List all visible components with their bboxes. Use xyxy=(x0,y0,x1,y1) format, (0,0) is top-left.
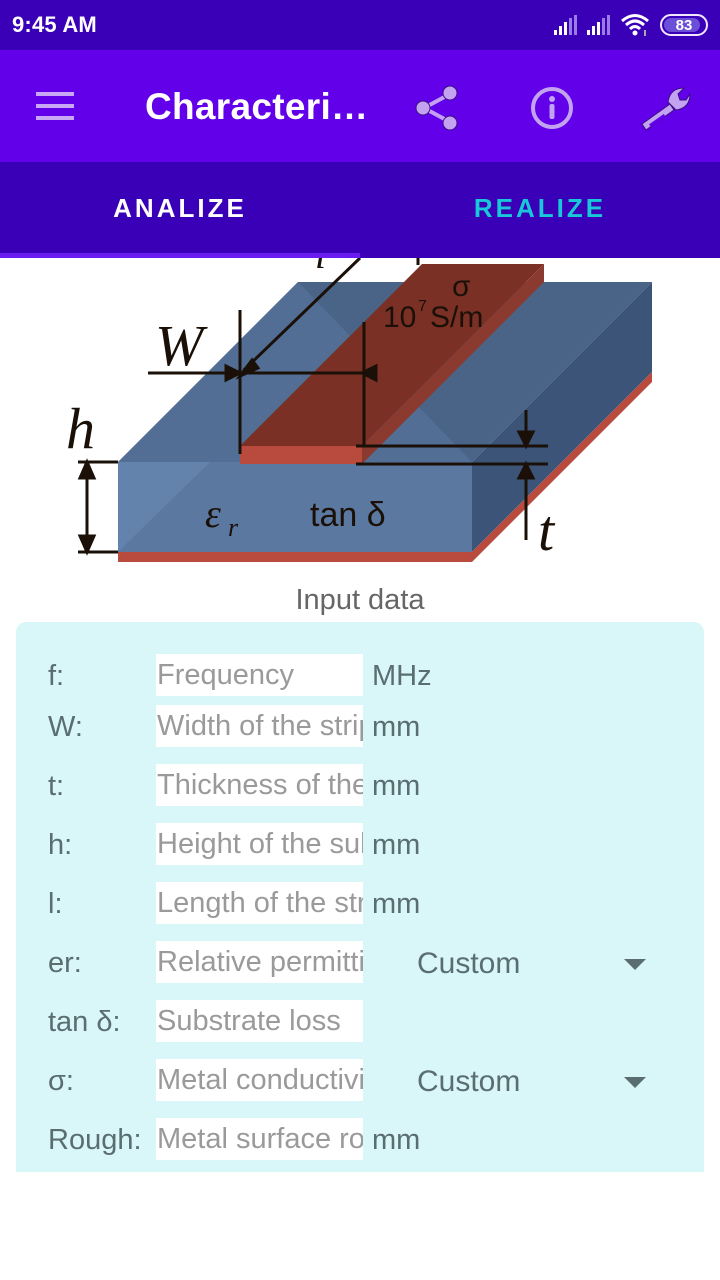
thickness-label: t: xyxy=(48,770,65,802)
length-label: l: xyxy=(48,888,63,920)
status-bar: 9:45 AM 83 xyxy=(0,0,720,50)
dropdown-arrow-icon xyxy=(624,959,646,970)
row-permittivity: er: Custom xyxy=(16,941,704,985)
signal-icon xyxy=(587,15,610,35)
length-input[interactable] xyxy=(156,882,363,924)
battery-level: 83 xyxy=(675,16,693,34)
length-unit: mm xyxy=(372,888,421,920)
label-h: h xyxy=(66,396,95,461)
label-l: l xyxy=(315,258,326,277)
frequency-label: f: xyxy=(48,660,65,692)
permittivity-dropdown[interactable]: Custom xyxy=(416,941,646,985)
label-sigma-unit: S/m xyxy=(430,301,483,334)
label-W: W xyxy=(155,313,208,378)
permittivity-label: er: xyxy=(48,947,82,979)
input-form: f: MHz W: mm t: mm h: mm l: mm er: Custo… xyxy=(16,622,704,1172)
height-input[interactable] xyxy=(156,823,363,865)
permittivity-input[interactable] xyxy=(156,941,363,983)
info-icon xyxy=(531,87,573,129)
dropdown-arrow-icon xyxy=(624,1077,646,1088)
label-er-sub: r xyxy=(228,513,239,542)
info-button[interactable] xyxy=(524,80,580,136)
row-thickness: t: mm xyxy=(16,764,704,808)
roughness-unit: mm xyxy=(372,1124,421,1156)
label-t: t xyxy=(538,498,556,563)
wrench-icon xyxy=(641,87,691,131)
status-time: 9:45 AM xyxy=(12,12,97,37)
strip-front xyxy=(240,446,362,464)
thickness-unit: mm xyxy=(372,770,421,802)
ground-plane xyxy=(118,552,472,562)
tab-analize[interactable]: ANALIZE xyxy=(0,162,360,258)
thickness-input[interactable] xyxy=(156,764,363,806)
permittivity-dropdown-value: Custom xyxy=(417,947,521,980)
settings-button[interactable] xyxy=(636,80,692,136)
app-title: Characteri… xyxy=(145,86,369,127)
height-label: h: xyxy=(48,829,73,861)
share-button[interactable] xyxy=(408,80,464,136)
row-roughness: Rough: mm xyxy=(16,1118,704,1162)
height-unit: mm xyxy=(372,829,421,861)
row-width: W: mm xyxy=(16,705,704,749)
menu-icon xyxy=(36,92,76,120)
row-conductivity: σ: Custom xyxy=(16,1059,704,1103)
label-sigma-exp: 7 xyxy=(418,298,427,315)
frequency-input[interactable] xyxy=(156,654,363,696)
label-sigma-value: 10 xyxy=(383,301,416,334)
loss-tangent-label: tan δ: xyxy=(48,1006,121,1038)
row-height: h: mm xyxy=(16,823,704,867)
frequency-unit: MHz xyxy=(372,660,432,692)
conductivity-input[interactable] xyxy=(156,1059,363,1101)
tab-realize[interactable]: REALIZE xyxy=(360,162,720,258)
width-unit: mm xyxy=(372,711,421,743)
row-frequency: f: MHz xyxy=(16,654,704,698)
label-tan-delta: tan δ xyxy=(310,496,386,534)
roughness-label: Rough: xyxy=(48,1124,142,1156)
signal-icon xyxy=(554,15,577,35)
battery-icon: 83 xyxy=(660,14,708,36)
label-sigma: σ xyxy=(452,270,471,303)
conductivity-label: σ: xyxy=(48,1065,74,1097)
share-icon xyxy=(415,85,458,131)
tab-bar: ANALIZE REALIZE xyxy=(0,162,720,258)
label-er: ε xyxy=(205,491,221,536)
width-label: W: xyxy=(48,711,83,743)
status-icons: 83 xyxy=(554,13,708,37)
section-title: Input data xyxy=(295,584,425,616)
microstrip-diagram: W h t l σ 10 7 S/m ε r tan δ xyxy=(0,258,720,580)
loss-tangent-input[interactable] xyxy=(156,1000,363,1042)
roughness-input[interactable] xyxy=(156,1118,363,1160)
row-loss-tangent: tan δ: xyxy=(16,1000,704,1044)
conductivity-dropdown-value: Custom xyxy=(417,1065,521,1098)
wifi-icon xyxy=(621,14,649,36)
row-length: l: mm xyxy=(16,882,704,926)
conductivity-dropdown[interactable]: Custom xyxy=(416,1059,646,1103)
app-bar: Characteri… xyxy=(0,50,720,162)
menu-button[interactable] xyxy=(36,92,76,122)
width-input[interactable] xyxy=(156,705,363,747)
